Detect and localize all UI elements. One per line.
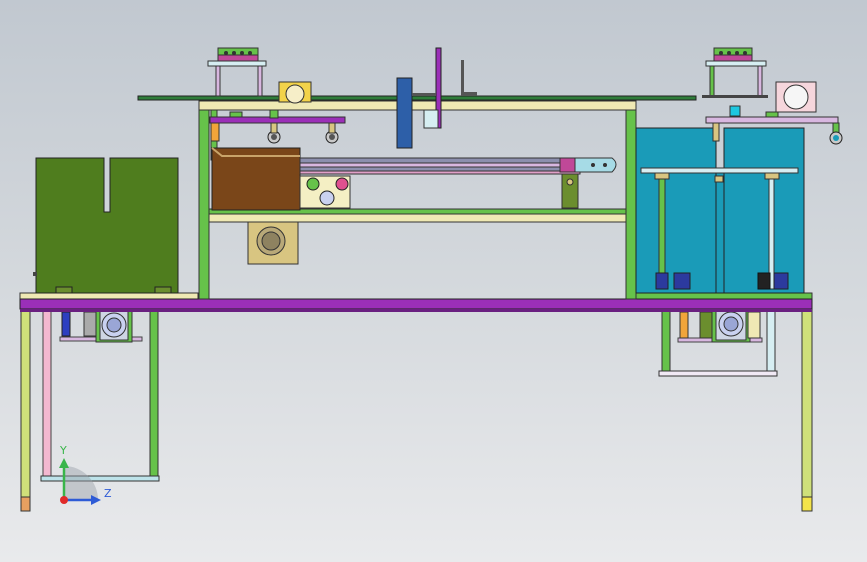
brown-box xyxy=(211,147,301,265)
olive-block xyxy=(33,157,179,294)
conveyor xyxy=(299,157,617,209)
teal-enclosure xyxy=(635,127,805,294)
z-axis-label: Z xyxy=(104,487,112,500)
origin-icon xyxy=(60,496,68,504)
machine-assembly-drawing: Y Z xyxy=(19,47,843,512)
axis-triad: Y Z xyxy=(59,444,112,505)
right-leg-frame xyxy=(658,307,813,512)
table-top xyxy=(19,292,813,312)
y-axis-label: Y xyxy=(59,444,67,457)
cad-viewport[interactable]: Y Z xyxy=(0,0,867,562)
